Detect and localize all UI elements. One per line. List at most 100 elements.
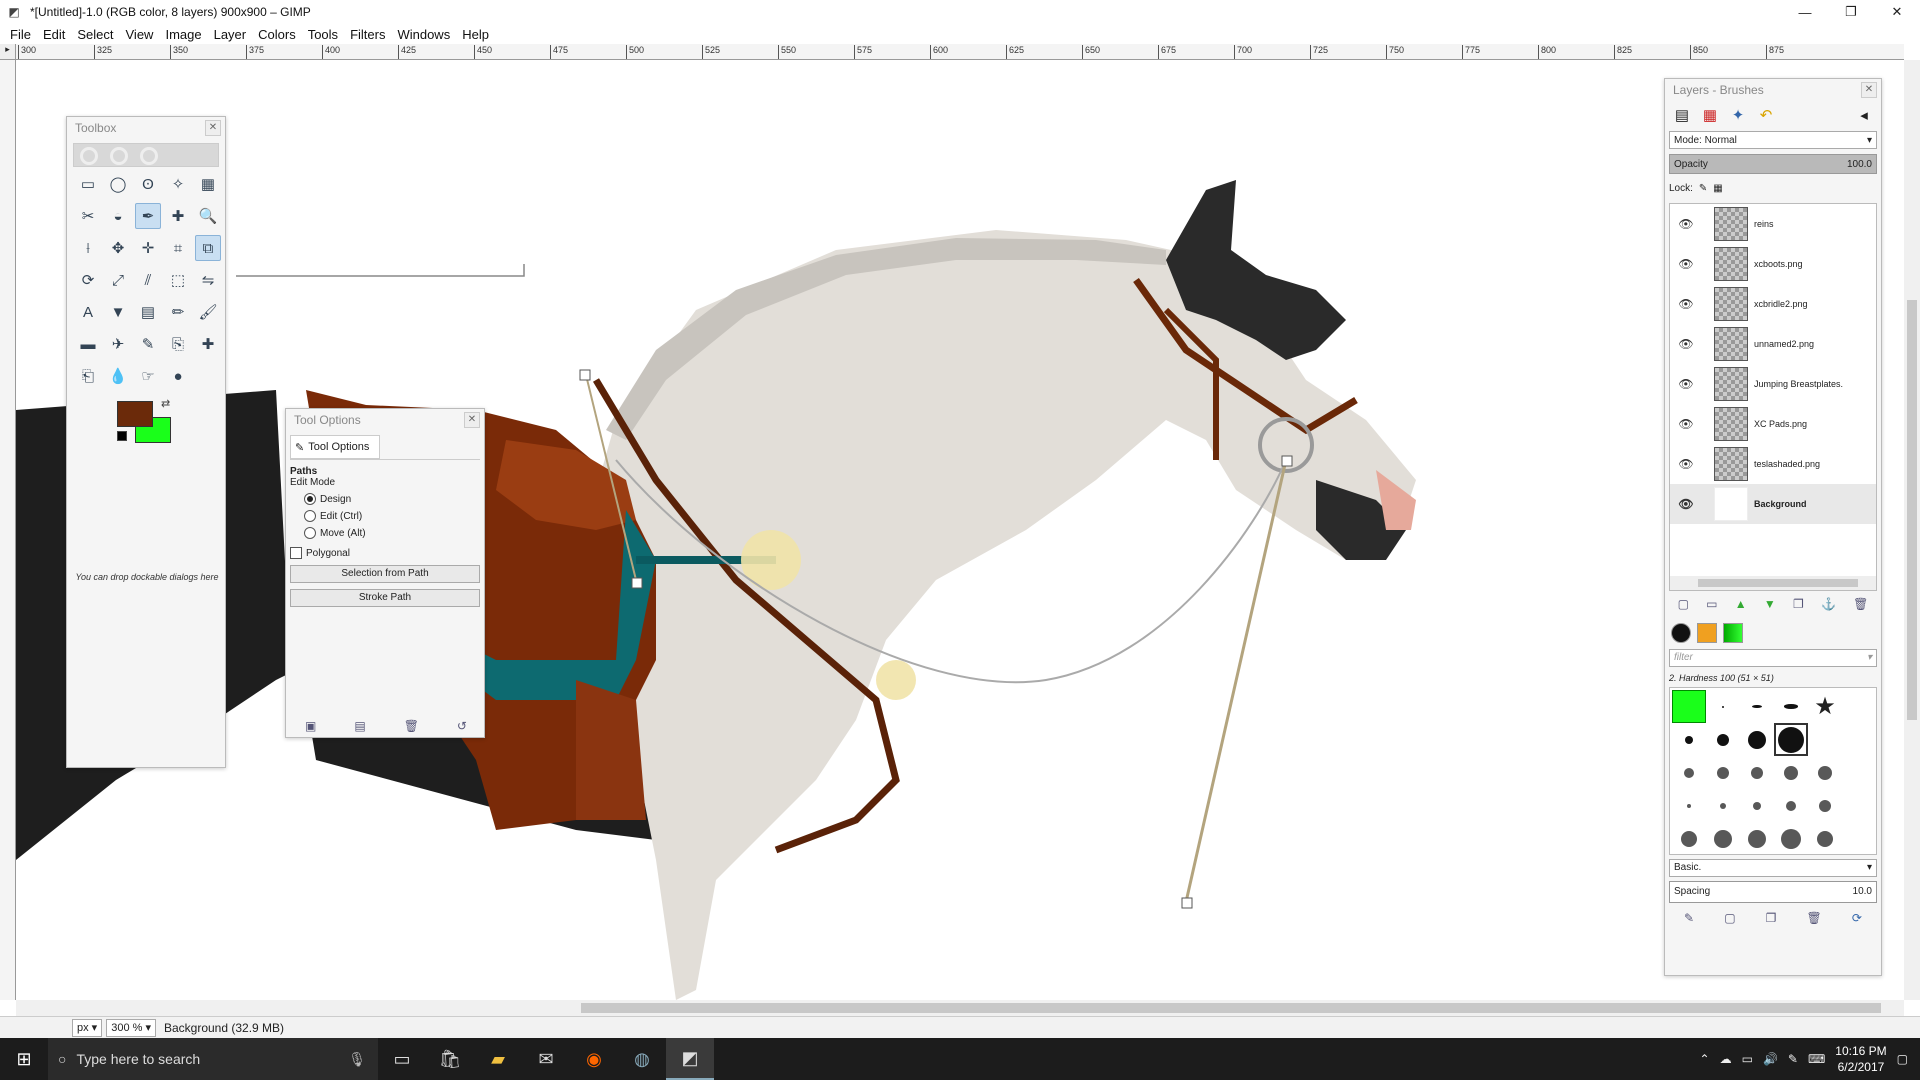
opacity-value[interactable]: 100.0: [1847, 159, 1872, 170]
menu-view[interactable]: View: [120, 27, 160, 42]
brush-preset[interactable]: [1740, 723, 1774, 756]
layer-name[interactable]: Jumping Breastplates.: [1754, 379, 1843, 389]
patterns-tab-icon[interactable]: [1697, 623, 1717, 643]
layer-thumbnail[interactable]: [1714, 367, 1748, 401]
visibility-eye-icon[interactable]: 👁: [1670, 497, 1702, 511]
layer-row[interactable]: 👁 xcboots.png: [1670, 244, 1876, 284]
brush-preset[interactable]: [1774, 723, 1808, 756]
undo-history-tab-icon[interactable]: ↶: [1755, 104, 1777, 126]
swap-colors-icon[interactable]: ⇄: [161, 397, 170, 410]
gradients-tab-icon[interactable]: [1723, 623, 1743, 643]
network-icon[interactable]: ▭: [1742, 1052, 1753, 1066]
layer-name[interactable]: xcboots.png: [1754, 259, 1803, 269]
brush-filter-input[interactable]: filter ▾: [1669, 649, 1877, 667]
volume-icon[interactable]: 🔊: [1763, 1052, 1778, 1066]
brush-preset[interactable]: [1706, 789, 1740, 822]
lock-pixels-icon[interactable]: ✎: [1699, 183, 1707, 194]
brush-preset[interactable]: [1672, 723, 1706, 756]
layer-list[interactable]: 👁 reins 👁 xcboots.png 👁 xcbridle2.png 👁 unnamed…: [1669, 203, 1877, 591]
brush-preset-select[interactable]: Basic. ▾: [1669, 859, 1877, 877]
tool-options-tab[interactable]: ✎ Tool Options: [290, 435, 380, 459]
tool-foreground-select-icon[interactable]: ◒: [105, 203, 131, 229]
brush-preset[interactable]: ★: [1808, 690, 1842, 723]
anchor-layer-icon[interactable]: ⚓: [1821, 597, 1836, 611]
layer-thumbnail[interactable]: [1714, 207, 1748, 241]
tool-airbrush-icon[interactable]: ✈: [105, 331, 131, 357]
layers-dock-close-icon[interactable]: ✕: [1861, 82, 1877, 98]
visibility-eye-icon[interactable]: 👁: [1670, 337, 1702, 351]
mode-design-radio[interactable]: Design: [304, 493, 480, 505]
visibility-eye-icon[interactable]: 👁: [1670, 377, 1702, 391]
brush-preset[interactable]: [1672, 789, 1706, 822]
reset-options-icon[interactable]: ↺: [457, 719, 467, 733]
tool-smudge-icon[interactable]: ☞: [135, 363, 161, 389]
taskbar-clock[interactable]: 10:16 PM 6/2/2017: [1835, 1043, 1886, 1075]
opacity-slider[interactable]: Opacity 100.0: [1669, 154, 1877, 174]
language-icon[interactable]: ⌨: [1808, 1052, 1825, 1066]
brush-preset[interactable]: [1740, 789, 1774, 822]
layers-tab-icon[interactable]: ▤: [1671, 104, 1693, 126]
layer-thumbnail[interactable]: [1714, 247, 1748, 281]
lock-alpha-icon[interactable]: ▦: [1713, 183, 1722, 194]
visibility-eye-icon[interactable]: 👁: [1670, 217, 1702, 231]
tool-eraser-icon[interactable]: ▬: [75, 331, 101, 357]
tool-measure-icon[interactable]: ⟊: [75, 235, 101, 261]
tool-move-icon[interactable]: ✥: [105, 235, 131, 261]
close-button[interactable]: ✕: [1874, 0, 1920, 24]
tool-flip-icon[interactable]: ⇋: [195, 267, 221, 293]
new-layer-icon[interactable]: ▢: [1678, 597, 1689, 611]
microphone-icon[interactable]: 🎙: [348, 1051, 366, 1068]
pen-icon[interactable]: ✎: [1788, 1052, 1798, 1066]
visibility-eye-icon[interactable]: 👁: [1670, 297, 1702, 311]
layer-row[interactable]: 👁 teslashaded.png: [1670, 444, 1876, 484]
file-explorer-icon[interactable]: ▰: [474, 1038, 522, 1080]
brush-preset[interactable]: [1706, 756, 1740, 789]
brush-preset[interactable]: [1774, 789, 1808, 822]
mode-edit-radio[interactable]: Edit (Ctrl): [304, 510, 480, 522]
horizontal-scroll-thumb[interactable]: [581, 1003, 1881, 1013]
tool-text-icon[interactable]: A: [75, 299, 101, 325]
layer-name[interactable]: reins: [1754, 219, 1774, 229]
gimp-taskbar-icon[interactable]: ◩: [666, 1038, 714, 1080]
lower-layer-icon[interactable]: ▼: [1764, 597, 1776, 611]
layer-name[interactable]: unnamed2.png: [1754, 339, 1814, 349]
raise-layer-icon[interactable]: ▲: [1735, 597, 1747, 611]
brush-preset[interactable]: [1672, 756, 1706, 789]
layer-mode-select[interactable]: Mode: Normal ▾: [1669, 131, 1877, 149]
maximize-button[interactable]: ❐: [1828, 0, 1874, 24]
taskbar-search-box[interactable]: ○ Type here to search 🎙: [48, 1038, 378, 1080]
visibility-eye-icon[interactable]: 👁: [1670, 417, 1702, 431]
brush-preset[interactable]: [1740, 756, 1774, 789]
tool-rect-select-icon[interactable]: ▭: [75, 171, 101, 197]
gimp-app-icon[interactable]: ◩: [6, 4, 22, 20]
layer-name[interactable]: Background: [1754, 499, 1807, 509]
duplicate-brush-icon[interactable]: ❐: [1766, 911, 1777, 925]
brush-preset[interactable]: [1808, 723, 1842, 756]
brush-preset[interactable]: [1808, 756, 1842, 789]
brush-preset[interactable]: [1706, 690, 1740, 723]
notifications-icon[interactable]: ▢: [1897, 1052, 1908, 1066]
visibility-eye-icon[interactable]: 👁: [1670, 257, 1702, 271]
menu-layer[interactable]: Layer: [208, 27, 253, 42]
menu-select[interactable]: Select: [71, 27, 119, 42]
menu-file[interactable]: File: [4, 27, 37, 42]
tool-perspective-icon[interactable]: ⬚: [165, 267, 191, 293]
brush-preset[interactable]: [1706, 723, 1740, 756]
channels-tab-icon[interactable]: ▦: [1699, 104, 1721, 126]
tool-heal-icon[interactable]: ✚: [195, 331, 221, 357]
spacing-slider[interactable]: Spacing 10.0: [1669, 881, 1877, 903]
tool-blur-icon[interactable]: 💧: [105, 363, 131, 389]
edit-brush-icon[interactable]: ✎: [1684, 911, 1694, 925]
menu-filters[interactable]: Filters: [344, 27, 391, 42]
tool-perspective-clone-icon[interactable]: ⎗: [75, 363, 101, 389]
tool-pencil-icon[interactable]: ✏: [165, 299, 191, 325]
onedrive-icon[interactable]: ☁: [1720, 1052, 1732, 1066]
menu-colors[interactable]: Colors: [252, 27, 302, 42]
layer-list-hscrollbar[interactable]: [1670, 576, 1876, 590]
tool-dodge-burn-icon[interactable]: ●: [165, 363, 191, 389]
brush-preset[interactable]: [1672, 822, 1706, 855]
layer-name[interactable]: teslashaded.png: [1754, 459, 1820, 469]
save-options-icon[interactable]: ▣: [305, 719, 316, 733]
mail-icon[interactable]: ✉: [522, 1038, 570, 1080]
dock-menu-icon[interactable]: ◂: [1853, 104, 1875, 126]
